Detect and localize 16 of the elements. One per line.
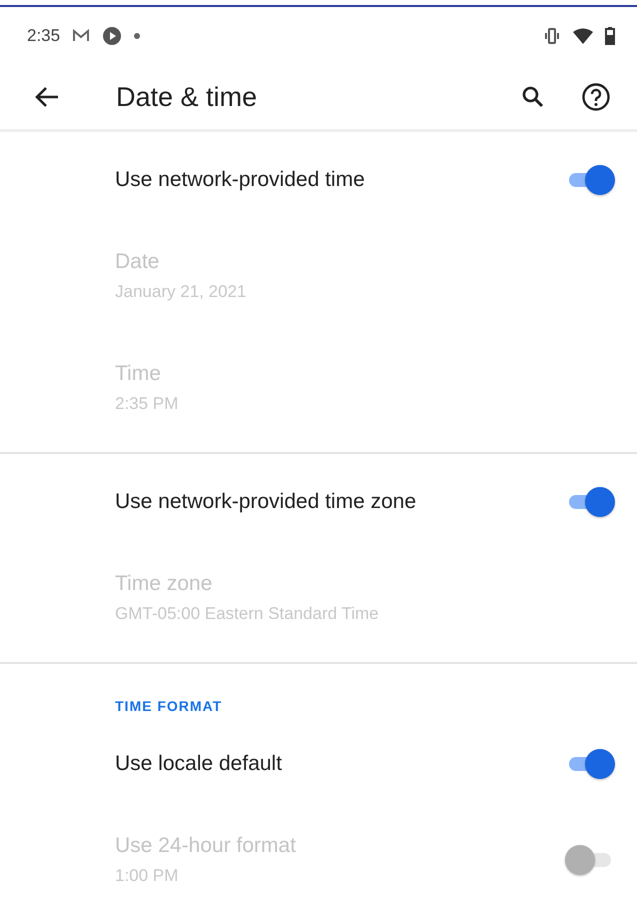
setting-title: Time zone <box>115 572 214 596</box>
wifi-icon <box>573 28 593 44</box>
mail-icon <box>72 29 90 44</box>
battery-icon <box>605 27 615 46</box>
screen-title: Date & time <box>116 82 258 113</box>
setting-title: Use locale default <box>115 752 283 776</box>
setting-title: Time <box>115 362 162 386</box>
setting-title: Date <box>115 250 160 274</box>
status-time: 2:35 <box>27 26 60 46</box>
setting-title: Use network-provided time <box>115 168 366 192</box>
play-circle-icon <box>102 26 122 46</box>
setting-title: Use 24-hour format <box>115 834 297 858</box>
setting-title: Use network-provided time zone <box>115 490 418 514</box>
dot-icon <box>134 33 140 40</box>
section-header: TIME FORMAT <box>114 697 224 716</box>
vibrate-icon <box>543 28 561 44</box>
